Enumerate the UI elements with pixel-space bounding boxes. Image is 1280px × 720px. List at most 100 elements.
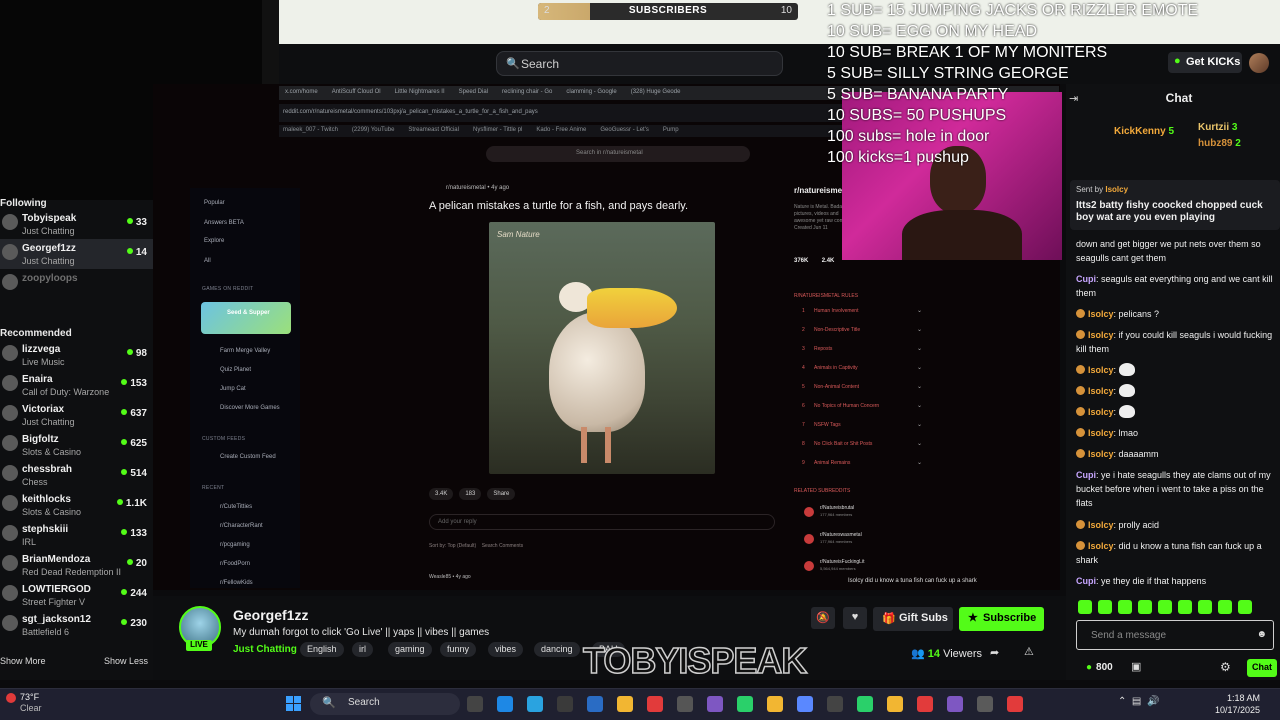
channel-item[interactable]: LOWTIERGOD Street Fighter V 244 (0, 580, 153, 610)
chat-username: Isolcy (1088, 428, 1114, 438)
system-tray[interactable]: ⌃ ▤ 🔊 (1118, 696, 1159, 707)
channel-item[interactable]: Tobyispeak Just Chatting 33 (0, 209, 153, 239)
sub-badge-icon (1076, 520, 1085, 529)
top-gifter: hubz89 2 (1198, 138, 1241, 149)
pin-icon[interactable] (947, 696, 963, 712)
chat-message: Cupi: seaguls eat everything ong and we … (1076, 274, 1273, 298)
taskbar-clock[interactable]: 1:18 AM 10/17/2025 (1196, 692, 1260, 716)
opera-icon[interactable] (647, 696, 663, 712)
photos-icon[interactable] (497, 696, 513, 712)
sub-badge-icon (1076, 407, 1085, 416)
reddit-rule: 9 Animal Remains ⌄ (802, 460, 924, 466)
nvidia-icon[interactable] (737, 696, 753, 712)
reddit-rule: 1 Human Involvement ⌄ (802, 308, 924, 314)
channel-item[interactable]: Bigfoltz Slots & Casino 625 (0, 430, 153, 460)
reddit-rule: 2 Non-Descriptive Title ⌄ (802, 327, 924, 333)
user-avatar[interactable] (1249, 53, 1269, 73)
channel-name: keithlocks (22, 494, 71, 505)
chat-settings-icon[interactable]: ⚙ (1220, 660, 1231, 674)
channel-item[interactable]: zoopyloops (0, 269, 153, 299)
steam-icon[interactable] (977, 696, 993, 712)
folder-icon[interactable] (887, 696, 903, 712)
pinned-sender: Sent by Isolcy (1076, 185, 1128, 194)
proton-icon[interactable] (707, 696, 723, 712)
whatsapp-icon[interactable] (857, 696, 873, 712)
search-input[interactable]: 🔍 Search (496, 51, 783, 76)
channel-item[interactable]: sgt_jackson12 Battlefield 6 230 (0, 610, 153, 640)
steam-icon[interactable] (557, 696, 573, 712)
windows-start-icon[interactable] (286, 696, 302, 712)
emoji-icon[interactable]: ☻ (1256, 629, 1267, 640)
show-more-button[interactable]: Show More (0, 656, 46, 666)
maps-icon[interactable] (767, 696, 783, 712)
emote-bar[interactable] (1078, 600, 1278, 616)
channel-viewers: 133 (121, 528, 147, 539)
reddit-related-members: 5,564,944 members (820, 566, 856, 571)
channel-name: chessbrah (22, 464, 73, 475)
channel-avatar (2, 405, 18, 421)
share-icon[interactable]: ➦ (990, 646, 999, 659)
streamer-name[interactable]: Georgef1zz (233, 607, 308, 623)
channel-category: Just Chatting (22, 417, 75, 427)
app-icon[interactable] (677, 696, 693, 712)
channel-item[interactable]: keithlocks Slots & Casino 1.1K (0, 490, 153, 520)
viewer-count-number: 14 (927, 648, 941, 660)
stream-tag[interactable]: dancing (534, 642, 580, 657)
chat-send-button[interactable]: Chat (1247, 659, 1277, 677)
chat-message: Isolcy: prolly acid (1076, 518, 1276, 532)
brave-icon[interactable] (1007, 696, 1023, 712)
stream-tag[interactable]: irl (352, 642, 373, 657)
steam-icon[interactable] (827, 696, 843, 712)
chat-kicks[interactable]: ● 800 (1086, 662, 1113, 673)
reddit-rule-number: 4 (802, 365, 805, 371)
channel-viewers: 153 (121, 378, 147, 389)
show-less-button[interactable]: Show Less (104, 656, 148, 666)
follow-heart-button[interactable]: ♥ (843, 607, 867, 629)
folder-icon[interactable] (617, 696, 633, 712)
channel-item[interactable]: Georgef1zz Just Chatting 14 (0, 239, 153, 269)
chevron-down-icon: ⌄ (916, 308, 922, 314)
stream-tag[interactable]: gaming (388, 642, 432, 657)
store-icon[interactable] (587, 696, 603, 712)
live-badge: LIVE (186, 640, 212, 651)
report-icon[interactable]: ⚠ (1024, 645, 1034, 658)
discord-icon[interactable] (797, 696, 813, 712)
reddit-related-name: r/NatureisFuckingLit (820, 559, 865, 565)
app-icon[interactable] (917, 696, 933, 712)
channel-item[interactable]: BrianMendoza Red Dead Redemption II 20 (0, 550, 153, 580)
gift-subs-button[interactable]: 🎁 Gift Subs (873, 607, 953, 631)
stream-tag[interactable]: English (300, 642, 344, 657)
chat-text: prolly acid (1118, 520, 1160, 530)
top-gifter-count: 3 (1231, 122, 1238, 133)
pinned-text: Itts2 batty fishy coocked chopped cuck b… (1076, 200, 1263, 223)
get-kicks-button[interactable]: ● Get KICKs (1168, 52, 1242, 73)
chat-message: Isolcy: if you could kill seaguls i woul… (1076, 330, 1273, 354)
taskbar-search[interactable]: 🔍 Search (310, 693, 460, 715)
stream-tag[interactable]: vibes (488, 642, 524, 657)
channel-viewers: 244 (121, 588, 147, 599)
reddit-related-name: r/Natureisbrutal (820, 505, 855, 511)
channel-item[interactable]: lizzvega Live Music 98 (0, 340, 153, 370)
stream-category[interactable]: Just Chatting (233, 644, 297, 655)
chat-badges-icon[interactable]: ▣ (1131, 660, 1141, 673)
channel-item[interactable]: stephskiii IRL 133 (0, 520, 153, 550)
stream-tag[interactable]: funny (440, 642, 477, 657)
channel-category: Live Music (22, 357, 65, 367)
chevron-down-icon: ⌄ (916, 460, 922, 466)
reddit-sub-stats: 376K 2.4K (794, 258, 834, 264)
channel-item[interactable]: Enaira Call of Duty: Warzone 153 (0, 370, 153, 400)
kicks-icon: ● (1174, 55, 1181, 67)
left-sidebar: Following Recommended Tobyispeak Just Cha… (0, 198, 153, 680)
edge-icon[interactable] (527, 696, 543, 712)
channel-category: Chess (22, 477, 48, 487)
chat-input[interactable]: Send a message ☻ (1076, 620, 1274, 650)
channel-item[interactable]: chessbrah Chess 514 (0, 460, 153, 490)
chat-title: Chat (1165, 91, 1193, 105)
channel-item[interactable]: Victoriax Just Chatting 637 (0, 400, 153, 430)
task-view-icon[interactable] (467, 696, 483, 712)
reddit-game-item: Discover More Games (220, 405, 280, 411)
weather-widget[interactable]: 73°F Clear (4, 691, 64, 717)
notifications-off-button[interactable]: 🔕 (811, 607, 835, 629)
reddit-rule-number: 2 (802, 327, 805, 333)
subscribe-button[interactable]: ★ Subscribe (959, 607, 1044, 631)
